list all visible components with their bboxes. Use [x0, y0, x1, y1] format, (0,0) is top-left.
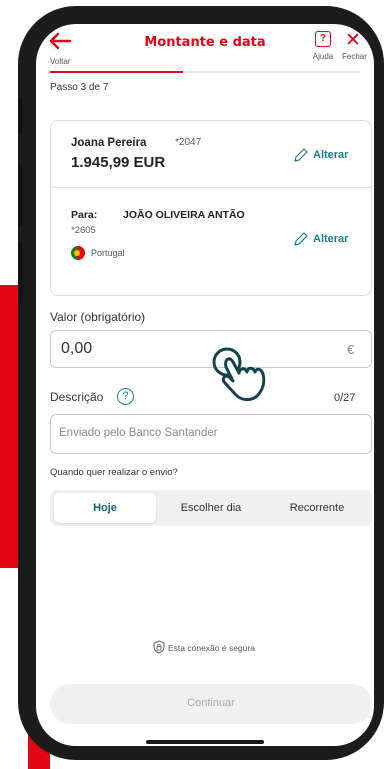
secure-connection-notice: Esta conexão é segura — [36, 640, 374, 656]
shield-lock-icon — [153, 640, 165, 654]
progress-bar-fill — [50, 71, 184, 73]
help-label: Ajuda — [312, 52, 334, 61]
close-icon: ✕ — [345, 29, 361, 51]
option-choose-day[interactable]: Escolher dia — [160, 493, 262, 523]
phone-volume-down-button — [18, 242, 23, 304]
continue-label: Continuar — [187, 697, 235, 709]
send-date-selector: Hoje Escolher dia Recorrente — [50, 490, 372, 526]
card-divider — [51, 187, 371, 188]
pencil-icon — [294, 148, 308, 162]
pencil-icon — [294, 232, 308, 246]
progress-bar — [50, 71, 360, 73]
amount-value: 0,00 — [61, 340, 93, 357]
sender-account: *2047 — [175, 137, 202, 148]
recipient-country: Portugal — [91, 248, 125, 258]
phone-side-button — [18, 98, 23, 134]
euro-icon: € — [347, 342, 355, 357]
description-placeholder: Enviado pelo Banco Santander — [59, 427, 218, 439]
description-counter: 0/27 — [334, 392, 356, 404]
recipient-name: JOÃO OLIVEIRA ANTÃO — [123, 209, 245, 221]
portugal-flag-icon — [71, 246, 85, 260]
help-button[interactable]: ? Ajuda — [308, 30, 338, 68]
phone-volume-up-button — [18, 164, 23, 226]
send-date-question: Quando quer realizar o envio? — [50, 467, 178, 478]
description-input[interactable]: Enviado pelo Banco Santander — [50, 414, 372, 454]
close-button[interactable]: ✕ Fechar — [338, 30, 374, 68]
home-indicator — [146, 740, 264, 744]
continue-button[interactable]: Continuar — [50, 684, 372, 724]
close-label: Fechar — [342, 52, 367, 61]
tap-hand-icon — [212, 347, 266, 402]
change-recipient-button[interactable]: Alterar — [293, 231, 365, 249]
recipient-prefix: Para: — [71, 209, 98, 221]
amount-label: Valor (obrigatório) — [50, 310, 146, 324]
transfer-summary-card: Joana Pereira *2047 1.945,99 EUR Alterar… — [50, 120, 372, 296]
back-label: Voltar — [50, 57, 71, 66]
info-icon[interactable]: ? — [117, 388, 134, 405]
recipient-account: *2605 — [71, 225, 96, 236]
option-recurring[interactable]: Recorrente — [266, 493, 368, 523]
change-sender-label: Alterar — [313, 149, 349, 161]
help-icon: ? — [315, 31, 331, 47]
change-recipient-label: Alterar — [313, 233, 349, 245]
top-bar: Voltar Montante e data ? Ajuda ✕ Fechar — [36, 24, 374, 70]
sender-name: Joana Pereira — [71, 137, 147, 149]
description-label: Descrição — [50, 390, 104, 404]
app-screen: Voltar Montante e data ? Ajuda ✕ Fechar … — [36, 24, 374, 746]
sender-balance: 1.945,99 EUR — [71, 154, 166, 171]
option-today[interactable]: Hoje — [54, 493, 156, 523]
step-indicator: Passo 3 de 7 — [50, 82, 109, 93]
change-sender-button[interactable]: Alterar — [293, 147, 365, 165]
secure-connection-label: Esta conexão é segura — [168, 643, 255, 653]
